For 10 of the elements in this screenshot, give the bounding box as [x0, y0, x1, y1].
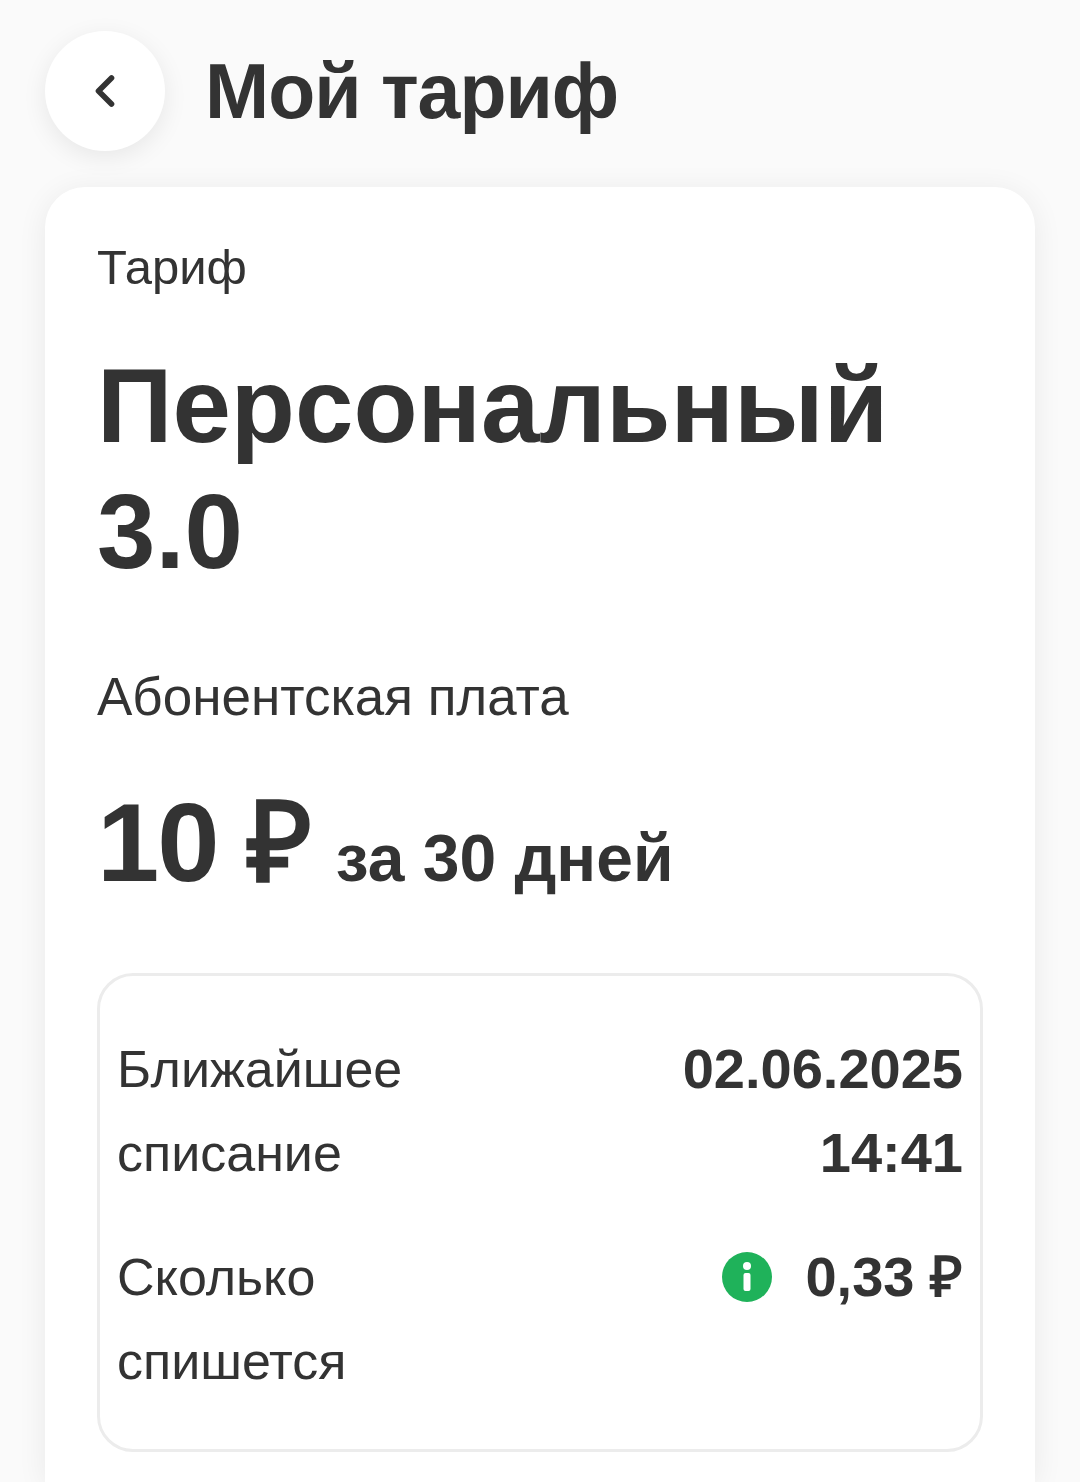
- detail-value: 0,33 ₽: [805, 1244, 963, 1310]
- tariff-label: Тариф: [97, 239, 247, 296]
- fee-period: за 30 дней: [335, 823, 674, 893]
- detail-label: Сколько спишется: [117, 1247, 348, 1392]
- detail-label: Ближайшее списание: [117, 1039, 404, 1184]
- detail-value: 02.06.2025 14:41: [681, 1036, 963, 1186]
- info-icon[interactable]: [722, 1252, 773, 1302]
- fee-price: 10 ₽: [97, 783, 310, 903]
- tariff-name: Персональный 3.0: [97, 346, 890, 592]
- fee-label: Абонентская плата: [97, 667, 569, 727]
